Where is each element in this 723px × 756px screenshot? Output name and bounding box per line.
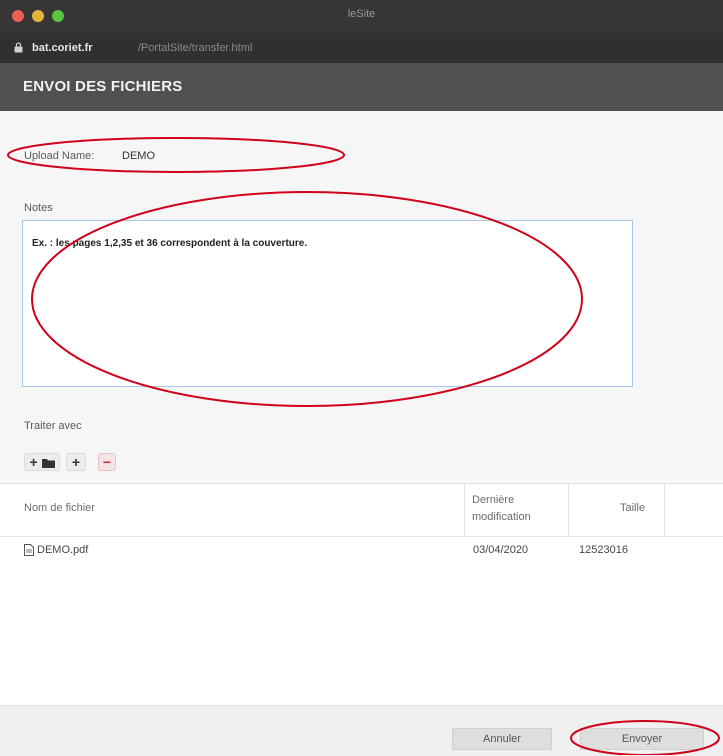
dialog-footer: Annuler Envoyer (0, 705, 723, 756)
column-header-name[interactable]: Nom de fichier (24, 502, 95, 514)
window-title: leSite (347, 8, 376, 20)
notes-textarea[interactable]: Ex. : les pages 1,2,35 et 36 corresponde… (22, 220, 633, 387)
column-header-modified[interactable]: Dernière modification (472, 492, 558, 526)
url-path: /PortalSite/transfer.html (138, 42, 253, 54)
column-divider (464, 484, 465, 536)
upload-name-label: Upload Name: (24, 150, 95, 162)
window-titlebar: leSite (0, 0, 723, 33)
pdf-file-icon (24, 544, 34, 556)
header-divider (0, 536, 723, 537)
page-title: ENVOI DES FICHIERS (23, 78, 183, 95)
lock-icon (14, 42, 23, 53)
column-divider (568, 484, 569, 536)
add-folder-plus: + (29, 454, 38, 470)
remove-file-button[interactable]: − (98, 453, 116, 471)
notes-label: Notes (24, 202, 53, 214)
add-folder-button[interactable]: + (24, 453, 60, 471)
add-file-button[interactable]: + (66, 453, 86, 471)
table-row[interactable]: DEMO.pdf 03/04/2020 12523016 (0, 540, 723, 562)
folder-icon (41, 459, 55, 468)
url-host: bat.coriet.fr (32, 42, 93, 54)
file-modified: 03/04/2020 (473, 544, 529, 556)
add-file-label: + (71, 454, 81, 470)
column-divider (664, 484, 665, 536)
file-name: DEMO.pdf (37, 544, 89, 556)
traiter-avec-label: Traiter avec (24, 420, 82, 432)
notes-text: Ex. : les pages 1,2,35 et 36 corresponde… (32, 238, 308, 249)
column-header-size[interactable]: Taille (620, 502, 645, 514)
page-header: ENVOI DES FICHIERS (0, 63, 723, 111)
file-size: 12523016 (579, 544, 628, 556)
remove-file-label: − (102, 454, 112, 470)
send-button[interactable]: Envoyer (580, 728, 704, 750)
file-table: Nom de fichier Dernière modification Tai… (0, 483, 723, 714)
address-bar[interactable]: bat.coriet.fr /PortalSite/transfer.html (0, 33, 723, 63)
upload-name-input[interactable]: DEMO (122, 150, 155, 162)
transfer-form: Upload Name: DEMO Notes Ex. : les pages … (0, 111, 723, 714)
cancel-button[interactable]: Annuler (452, 728, 552, 750)
